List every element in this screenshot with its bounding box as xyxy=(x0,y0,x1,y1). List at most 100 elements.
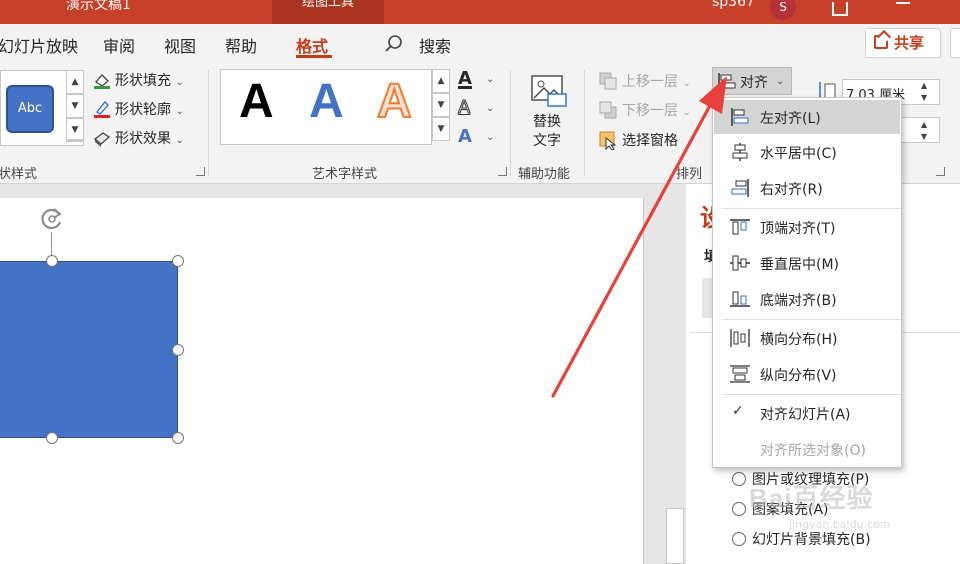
picture-fill-radio[interactable] xyxy=(732,472,746,486)
shape-styles-group-label: 状样式 xyxy=(0,167,38,182)
text-outline-dropdown[interactable]: ⌄ xyxy=(486,103,494,114)
group-separator xyxy=(584,70,585,176)
search-icon[interactable] xyxy=(384,34,404,54)
selected-rectangle-shape[interactable] xyxy=(0,261,178,438)
menu-item-align-left[interactable]: 左对齐(L) xyxy=(714,100,900,134)
selection-pane-button[interactable]: 选择窗格 xyxy=(622,130,678,150)
align-dropdown-chevron: ⌄ xyxy=(776,76,785,87)
align-left-icon xyxy=(718,73,736,89)
align-center-icon xyxy=(732,143,748,161)
resize-handle-top[interactable] xyxy=(46,255,58,267)
text-fill-dropdown[interactable]: ⌄ xyxy=(486,74,494,85)
menu-item-align-to-slide[interactable]: ✓ 对齐幻灯片(A) xyxy=(714,396,900,430)
resize-handle-right[interactable] xyxy=(172,344,184,356)
rotate-icon[interactable] xyxy=(38,205,66,233)
ribbon-tab-bar xyxy=(0,24,960,64)
menu-item-align-bottom[interactable]: 底端对齐(B) xyxy=(714,282,900,316)
gallery-up-button[interactable]: ▲ xyxy=(66,70,84,94)
wordart-down-button[interactable]: ▼ xyxy=(432,93,450,117)
send-backward-icon xyxy=(599,101,617,119)
menu-item-align-selected-objects[interactable]: 对齐所选对象(O) xyxy=(714,432,900,466)
width-spinner[interactable]: ▲ ▼ xyxy=(921,119,927,143)
wordart-launcher[interactable] xyxy=(498,167,507,176)
align-label: 对齐 xyxy=(740,75,768,91)
menu-item-distribute-vertical[interactable]: 纵向分布(V) xyxy=(714,357,900,391)
shape-style-sample[interactable]: Abc xyxy=(6,85,54,133)
alt-text-label-1[interactable]: 替换 xyxy=(533,111,561,131)
watermark: Bai百经验 jingyan.baidu.com xyxy=(749,478,929,538)
menu-separator xyxy=(723,319,901,320)
comments-button[interactable] xyxy=(950,28,960,58)
menu-item-align-center[interactable]: 水平居中(C) xyxy=(714,135,900,169)
wordart-up-button[interactable]: ▲ xyxy=(432,69,450,93)
shape-effects-button[interactable]: 形状效果 ⌄ xyxy=(115,128,184,148)
text-effects-icon[interactable]: A xyxy=(458,126,472,147)
align-dropdown-menu: 左对齐(L) 水平居中(C) 右对齐(R) 顶端对齐(T) 垂直居中(M) 底端… xyxy=(712,97,902,468)
wordart-style-blue[interactable]: A xyxy=(309,74,344,129)
align-button[interactable]: 对齐 ⌄ xyxy=(712,67,792,95)
align-middle-icon xyxy=(730,255,750,271)
gallery-more-button[interactable]: ▼ xyxy=(66,118,84,142)
selection-pane-icon xyxy=(599,131,617,150)
distribute-vertical-icon xyxy=(730,365,750,383)
vertical-scrollbar[interactable] xyxy=(666,508,684,564)
align-left-icon xyxy=(731,108,749,126)
minimize-icon[interactable] xyxy=(896,2,910,4)
gallery-down-button[interactable]: ▼ xyxy=(66,94,84,118)
tab-slideshow[interactable]: 幻灯片放映 xyxy=(0,33,78,57)
title-bar xyxy=(0,0,960,24)
menu-separator xyxy=(723,394,901,395)
alt-text-label-2[interactable]: 文字 xyxy=(533,130,561,150)
pattern-fill-radio[interactable] xyxy=(732,502,746,516)
resize-handle-bottom-right[interactable] xyxy=(172,432,184,444)
tab-format[interactable]: 格式 xyxy=(296,33,328,57)
accessibility-group-label: 辅助功能 xyxy=(518,167,571,182)
resize-handle-bottom[interactable] xyxy=(46,432,58,444)
text-effects-dropdown[interactable]: ⌄ xyxy=(486,132,494,143)
wordart-gallery[interactable]: A A A xyxy=(220,69,432,145)
share-button[interactable]: 共享 xyxy=(865,28,941,58)
search-box[interactable]: 搜索 xyxy=(419,33,451,57)
active-tab-indicator xyxy=(296,55,332,58)
tab-view[interactable]: 视图 xyxy=(164,33,196,57)
shape-fill-icon xyxy=(94,74,110,89)
bring-forward-button[interactable]: 上移一层 ⌄ xyxy=(622,71,691,91)
wordart-style-orange-outline[interactable]: A xyxy=(376,74,413,129)
arrange-group-label: 排列 xyxy=(676,167,703,182)
tab-review[interactable]: 审阅 xyxy=(103,33,135,57)
group-separator xyxy=(510,70,511,176)
share-label: 共享 xyxy=(894,34,925,52)
tab-help[interactable]: 帮助 xyxy=(225,33,257,57)
wordart-style-black[interactable]: A xyxy=(239,74,274,129)
wordart-group-label: 艺术字样式 xyxy=(312,167,378,182)
menu-item-align-middle[interactable]: 垂直居中(M) xyxy=(714,246,900,280)
text-outline-icon[interactable]: A xyxy=(457,97,470,119)
distribute-horizontal-icon xyxy=(730,329,750,347)
menu-item-align-right[interactable]: 右对齐(R) xyxy=(714,171,900,205)
shape-fill-button[interactable]: 形状填充 ⌄ xyxy=(115,70,184,90)
user-name[interactable]: sp367 xyxy=(712,0,755,10)
align-top-icon xyxy=(730,219,750,235)
send-backward-button[interactable]: 下移一层 ⌄ xyxy=(622,100,691,120)
size-launcher[interactable] xyxy=(936,167,945,176)
shape-outline-icon xyxy=(94,101,110,118)
menu-item-align-top[interactable]: 顶端对齐(T) xyxy=(714,210,900,244)
align-right-icon xyxy=(731,179,749,197)
document-title: 演示文稿1 xyxy=(66,0,131,13)
share-icon xyxy=(874,35,888,49)
wordart-more-button[interactable]: ▼ xyxy=(432,117,450,141)
bring-forward-icon xyxy=(599,72,617,90)
height-spinner[interactable]: ▲ ▼ xyxy=(921,80,927,104)
alt-text-icon xyxy=(531,75,567,107)
shape-styles-launcher[interactable] xyxy=(196,167,205,176)
group-separator xyxy=(208,70,209,176)
drawing-tools-context-tab: 绘图工具 xyxy=(272,0,384,24)
menu-item-distribute-horizontal[interactable]: 横向分布(H) xyxy=(714,321,900,355)
text-fill-icon[interactable]: A xyxy=(458,68,472,89)
shape-outline-button[interactable]: 形状轮廓 ⌄ xyxy=(115,99,184,119)
ribbon-display-icon[interactable] xyxy=(832,2,848,16)
align-bottom-icon xyxy=(730,291,750,307)
resize-handle-top-right[interactable] xyxy=(172,255,184,267)
background-fill-radio[interactable] xyxy=(732,532,746,546)
watermark-url: jingyan.baidu.com xyxy=(789,518,891,531)
